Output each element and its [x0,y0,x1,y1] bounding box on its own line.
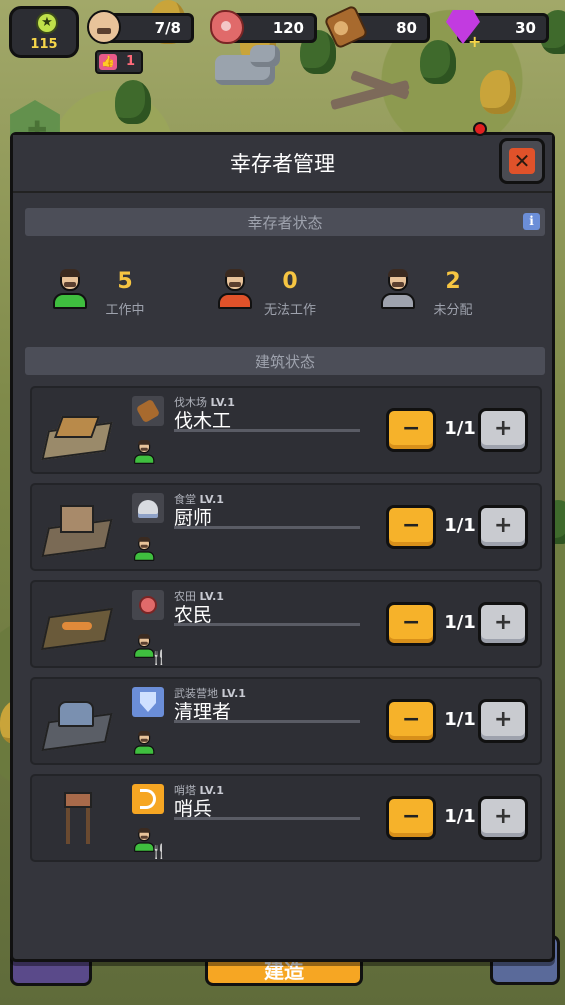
survivor-management-dialog: 幸存者管理 ✕ 幸存者状态 i 5 工作中 0 无法工作 2 未分配 建筑状态 [10,122,555,962]
tree [480,70,516,114]
tree [115,80,151,124]
add-gems-icon: + [468,32,482,51]
close-icon: ✕ [509,148,535,174]
notification-dot [473,122,487,136]
lumber-mill-image [41,400,113,462]
assigned-worker-icon [134,440,155,464]
survivor-unassigned-icon [381,269,415,309]
add-worker-button[interactable]: + [478,408,528,452]
survivor-working-icon [53,269,87,309]
close-button[interactable]: ✕ [499,138,545,184]
gem-counter[interactable]: + 30 [446,10,549,51]
section-title: 幸存者状态 [247,214,323,232]
survivor-count: 7/8 [154,19,181,37]
stat-count: 5 [117,269,133,294]
bow-icon [132,784,164,814]
likes-counter[interactable]: 👍 1 [95,50,143,74]
building-row: 伐木场 LV.1 伐木工 − 1/1 + [30,386,542,474]
farm-image [40,594,114,656]
survivor-icon [87,10,121,44]
wood-count: 80 [396,19,417,37]
assigned-worker-icon [134,537,155,561]
likes-count: 1 [125,54,135,69]
add-worker-button[interactable]: + [478,796,528,840]
fork-knife-icon: 🍴 [150,650,168,666]
remove-worker-button[interactable]: − [386,505,436,549]
assigned-worker-icon [134,731,155,755]
remove-worker-button[interactable]: − [386,408,436,452]
worker-count: 1/1 [444,418,476,439]
add-worker-button[interactable]: + [478,505,528,549]
building-row: 农田 LV.1 农民 🍴 − 1/1 + [30,580,542,668]
building-row: 武装营地 LV.1 清理者 − 1/1 + [30,677,542,765]
add-worker-button[interactable]: + [478,699,528,743]
shield-icon [132,687,164,717]
dialog-title: 幸存者管理 [230,152,335,176]
log-icon [132,396,164,426]
meat-icon [132,590,164,620]
section-title: 建筑状态 [254,353,315,371]
worker-count: 1/1 [444,806,476,827]
building-row: 哨塔 LV.1 哨兵 🍴 − 1/1 + [30,774,542,862]
building-status-header: 建筑状态 [25,347,545,375]
info-icon[interactable]: i [523,213,540,230]
canteen-image [41,497,113,559]
player-level-badge[interactable]: ★ 115 [9,6,79,58]
stat-label: 无法工作 [263,303,316,318]
survivor-status-header: 幸存者状态 i [25,208,545,236]
stat-count: 0 [282,269,298,294]
fork-knife-icon: 🍴 [150,844,168,860]
add-worker-button[interactable]: + [478,602,528,646]
worker-count: 1/1 [444,515,476,536]
player-level: 115 [30,37,58,52]
remove-worker-button[interactable]: − [386,796,436,840]
star-icon: ★ [36,12,58,34]
remove-worker-button[interactable]: − [386,602,436,646]
tree [420,40,456,84]
meat-counter[interactable]: 120 [210,10,317,44]
stat-label: 工作中 [105,303,145,318]
worker-count: 1/1 [444,709,476,730]
stat-count: 2 [445,269,461,294]
watchtower-image [42,788,112,850]
survivor-counter[interactable]: 7/8 [87,10,194,44]
rock [250,45,280,67]
survivor-unable-icon [218,269,252,309]
dialog-header: 幸存者管理 [13,135,552,193]
wood-counter[interactable]: 80 [323,4,430,50]
cloche-icon [132,493,164,523]
meat-icon [210,10,244,44]
building-row: 食堂 LV.1 厨师 − 1/1 + [30,483,542,571]
worker-count: 1/1 [444,612,476,633]
thumbs-up-icon: 👍 [99,54,117,70]
stat-label: 未分配 [433,303,473,318]
armed-camp-image [41,691,113,753]
gem-count: 30 [515,19,536,37]
remove-worker-button[interactable]: − [386,699,436,743]
meat-count: 120 [272,19,304,37]
